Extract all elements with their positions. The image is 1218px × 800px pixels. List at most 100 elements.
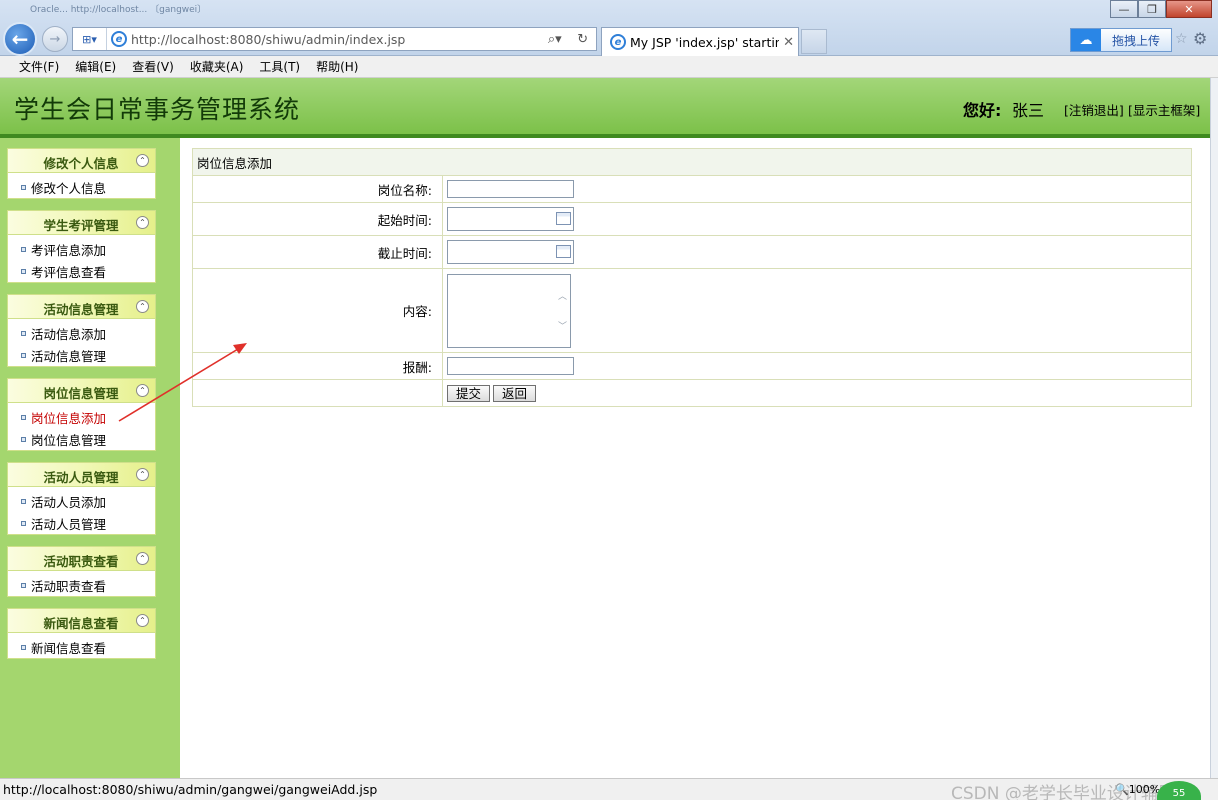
sidebar-group-title: 活动信息管理 xyxy=(43,302,119,317)
sidebar-group-duty: 活动职责查看 ⌃ 活动职责查看 xyxy=(7,546,156,597)
sidebar-item-label: 岗位信息添加 xyxy=(31,410,107,426)
sidebar-group-title: 岗位信息管理 xyxy=(43,386,119,401)
sidebar-group-activity: 活动信息管理 ⌃ 活动信息添加 活动信息管理 xyxy=(7,294,156,367)
sidebar-item-label: 活动人员管理 xyxy=(31,516,107,532)
collapse-icon[interactable]: ⌃ xyxy=(136,552,149,565)
collapse-icon[interactable]: ⌃ xyxy=(136,614,149,627)
zoom-level[interactable]: 🔍100% xyxy=(1115,783,1160,796)
form-row-actions: 提交 返回 xyxy=(192,379,1192,407)
sidebar-group-header[interactable]: 活动人员管理 ⌃ xyxy=(7,462,156,487)
status-bar: http://localhost:8080/shiwu/admin/gangwe… xyxy=(0,778,1218,800)
drag-upload-button[interactable]: ☁ 拖拽上传 xyxy=(1070,28,1172,52)
back-button[interactable]: ← xyxy=(3,22,37,56)
pay-input[interactable] xyxy=(447,357,574,375)
sidebar-item-active[interactable]: 岗位信息添加 xyxy=(8,406,155,428)
collapse-icon[interactable]: ⌃ xyxy=(136,384,149,397)
actions-cell: 提交 返回 xyxy=(442,379,1192,407)
sidebar-group-body: 岗位信息添加 岗位信息管理 xyxy=(7,403,156,451)
sidebar-group-title: 活动职责查看 xyxy=(43,554,119,569)
sidebar-item[interactable]: 活动信息管理 xyxy=(8,344,155,366)
favorites-star-icon[interactable]: ☆ xyxy=(1175,31,1188,47)
back-button-form[interactable]: 返回 xyxy=(493,384,537,402)
sidebar-item[interactable]: 考评信息添加 xyxy=(8,238,155,260)
sidebar-item[interactable]: 活动人员添加 xyxy=(8,490,155,512)
sidebar-item[interactable]: 新闻信息查看 xyxy=(8,636,155,658)
refresh-icon[interactable]: ↻ xyxy=(577,32,588,47)
bullet-icon xyxy=(21,352,26,358)
sidebar-group-header[interactable]: 学生考评管理 ⌃ xyxy=(7,210,156,235)
maximize-button[interactable]: ❐ xyxy=(1138,0,1166,18)
start-time-label: 起始时间: xyxy=(192,202,443,236)
calendar-icon[interactable] xyxy=(556,212,571,225)
tab-close-icon[interactable]: ✕ xyxy=(779,35,794,50)
tab-title: My JSP 'index.jsp' startin... xyxy=(630,34,780,50)
status-url: http://localhost:8080/shiwu/admin/gangwe… xyxy=(3,782,378,797)
sidebar-item[interactable]: 修改个人信息 xyxy=(8,176,155,198)
sidebar-item[interactable]: 活动人员管理 xyxy=(8,512,155,534)
app-header: 学生会日常事务管理系统 您好: 张三 [注销退出] [显示主框架] xyxy=(0,78,1210,138)
logout-link[interactable]: [注销退出] xyxy=(1064,100,1124,119)
scroll-up-icon[interactable]: ︿ xyxy=(558,289,567,302)
sidebar-group-title: 新闻信息查看 xyxy=(43,616,119,631)
sidebar-item-label: 活动信息添加 xyxy=(31,326,107,342)
content-textarea[interactable]: ︿ ﹀ xyxy=(447,273,571,348)
show-main-frame-link[interactable]: [显示主框架] xyxy=(1128,100,1200,119)
form-caption-row: 岗位信息添加 xyxy=(192,148,1192,176)
menu-help[interactable]: 帮助(H) xyxy=(308,58,366,75)
menu-tools[interactable]: 工具(T) xyxy=(251,58,308,75)
sidebar-group-evaluation: 学生考评管理 ⌃ 考评信息添加 考评信息查看 xyxy=(7,210,156,283)
new-tab-button[interactable] xyxy=(801,29,827,54)
form-row-end: 截止时间: xyxy=(192,235,1192,269)
bullet-icon xyxy=(21,268,26,274)
greeting-label: 您好: xyxy=(963,101,1002,120)
calendar-icon[interactable] xyxy=(556,245,571,258)
search-dropdown-icon[interactable]: ⌕▾ xyxy=(548,32,562,47)
compat-view-icon[interactable]: ⊞▾ xyxy=(73,28,107,50)
sidebar-group-header[interactable]: 活动信息管理 ⌃ xyxy=(7,294,156,319)
sidebar-group-body: 活动人员添加 活动人员管理 xyxy=(7,487,156,535)
sidebar-item[interactable]: 考评信息查看 xyxy=(8,260,155,282)
start-time-input[interactable] xyxy=(447,207,574,231)
bullet-icon xyxy=(21,582,26,588)
url-text[interactable]: http://localhost:8080/shiwu/admin/index.… xyxy=(131,32,540,47)
sidebar-group-header[interactable]: 修改个人信息 ⌃ xyxy=(7,148,156,173)
bullet-icon xyxy=(21,520,26,526)
sidebar-item-label: 新闻信息查看 xyxy=(31,640,107,656)
pay-cell xyxy=(442,352,1192,380)
content-label: 内容: xyxy=(192,268,443,353)
sidebar-item[interactable]: 活动职责查看 xyxy=(8,574,155,596)
browser-tab[interactable]: e My JSP 'index.jsp' startin... ✕ xyxy=(601,27,799,56)
position-add-form: 岗位信息添加 岗位名称: 起始时间: 截止时间: 内容: ︿ ﹀ 报酬: 提交 … xyxy=(192,148,1192,407)
sidebar-group-header[interactable]: 新闻信息查看 ⌃ xyxy=(7,608,156,633)
form-row-pay: 报酬: xyxy=(192,352,1192,380)
forward-button[interactable]: → xyxy=(42,26,68,52)
position-name-input[interactable] xyxy=(447,180,574,198)
menu-favorites[interactable]: 收藏夹(A) xyxy=(182,58,252,75)
sidebar-group-news: 新闻信息查看 ⌃ 新闻信息查看 xyxy=(7,608,156,659)
sidebar-item[interactable]: 活动信息添加 xyxy=(8,322,155,344)
sidebar-item-label: 岗位信息管理 xyxy=(31,432,107,448)
gear-icon[interactable]: ⚙ xyxy=(1193,29,1207,48)
sidebar-group-title: 活动人员管理 xyxy=(43,470,119,485)
sidebar-group-position: 岗位信息管理 ⌃ 岗位信息添加 岗位信息管理 xyxy=(7,378,156,451)
submit-button[interactable]: 提交 xyxy=(447,384,491,402)
scroll-down-icon[interactable]: ﹀ xyxy=(558,319,567,332)
menu-edit[interactable]: 编辑(E) xyxy=(67,58,124,75)
end-time-input[interactable] xyxy=(447,240,574,264)
collapse-icon[interactable]: ⌃ xyxy=(136,154,149,167)
menu-file[interactable]: 文件(F) xyxy=(11,58,67,75)
address-bar[interactable]: ⊞▾ e http://localhost:8080/shiwu/admin/i… xyxy=(72,27,597,51)
sidebar-item[interactable]: 岗位信息管理 xyxy=(8,428,155,450)
end-time-cell xyxy=(442,235,1192,269)
sidebar-group-header[interactable]: 活动职责查看 ⌃ xyxy=(7,546,156,571)
collapse-icon[interactable]: ⌃ xyxy=(136,216,149,229)
user-name: 张三 xyxy=(1012,101,1045,120)
minimize-button[interactable]: — xyxy=(1110,0,1138,18)
main-content: 岗位信息添加 岗位名称: 起始时间: 截止时间: 内容: ︿ ﹀ 报酬: 提交 … xyxy=(180,138,1210,778)
close-window-button[interactable]: ✕ xyxy=(1166,0,1212,18)
sidebar-group-header[interactable]: 岗位信息管理 ⌃ xyxy=(7,378,156,403)
collapse-icon[interactable]: ⌃ xyxy=(136,468,149,481)
collapse-icon[interactable]: ⌃ xyxy=(136,300,149,313)
menu-bar: 文件(F) 编辑(E) 查看(V) 收藏夹(A) 工具(T) 帮助(H) xyxy=(0,56,1218,78)
menu-view[interactable]: 查看(V) xyxy=(124,58,182,75)
